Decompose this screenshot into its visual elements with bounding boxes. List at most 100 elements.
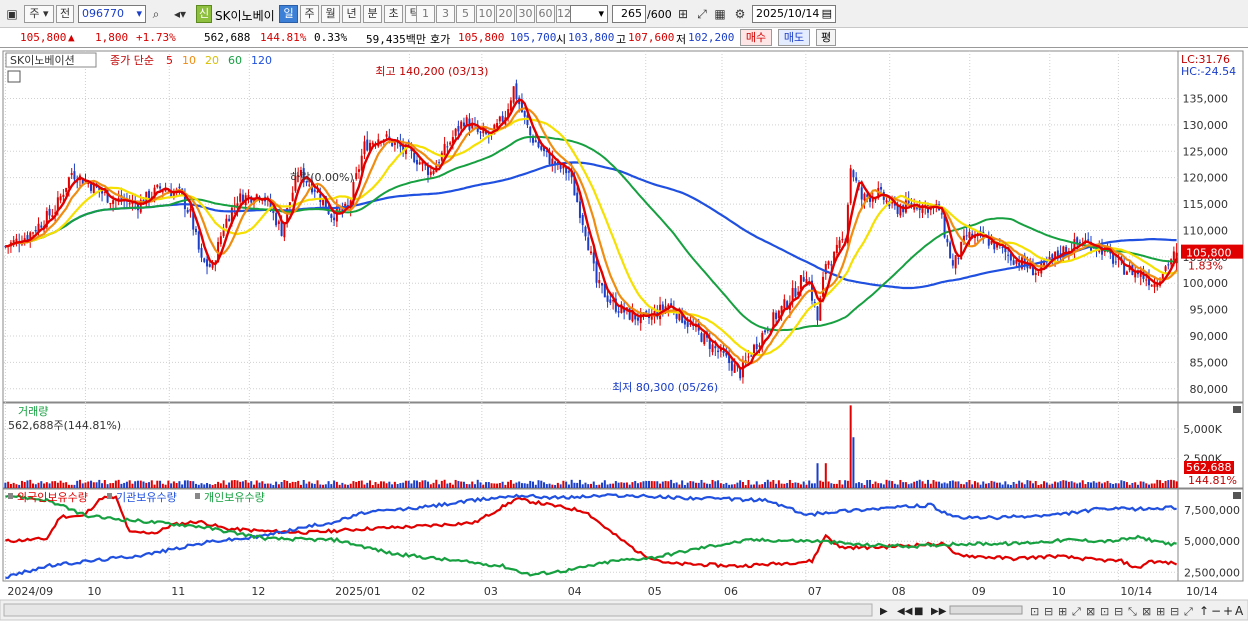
volume-bar [1007,484,1010,488]
period-button-2[interactable]: 월 [321,5,340,23]
volume-bar [81,483,84,488]
candle-body [609,299,612,303]
volume-bar [418,482,421,488]
candle-body [1125,271,1128,275]
volume-bar [938,481,941,488]
volume-bar [584,482,587,488]
code-input[interactable]: 096770 ▾ [78,5,146,23]
volume-bar [178,481,181,488]
window-icon[interactable]: ▣ [4,6,20,22]
interval-button-30[interactable]: 30 [516,5,535,23]
volume-bar [1161,483,1164,488]
period-button-4[interactable]: 분 [363,5,382,23]
date-input[interactable]: 2025/10/14 ▤ [752,5,836,23]
volume-bar [573,482,576,488]
playback-control-2[interactable]: ■ [914,606,923,617]
volume-bar [399,483,402,488]
view-tool-icon-1[interactable]: ⊟ [1044,605,1053,618]
volume-bar [159,480,162,488]
candle-body [366,139,369,151]
volume-bar [333,480,336,488]
zoom-slider[interactable] [949,605,1023,615]
playback-control-1[interactable]: ◀◀ [897,606,913,617]
period-button-3[interactable]: 년 [342,5,361,23]
volume-bar [913,481,916,488]
view-tool-icon-6[interactable]: ⊟ [1114,605,1123,618]
view-tool-icon-7[interactable]: ⤡ [1128,605,1137,618]
interval-button-5[interactable]: 5 [456,5,475,23]
candle-body [239,193,242,202]
speaker-icon[interactable]: ◂▾ [166,6,194,22]
font-size-control-2[interactable]: + [1223,604,1233,618]
volume-bar [609,483,612,488]
view-tool-icon-9[interactable]: ⊞ [1156,605,1165,618]
volume-bar [562,480,565,488]
volume-bar [84,482,87,488]
volume-bar [396,484,399,488]
volume-bar [56,482,59,488]
volume-bar [1095,482,1098,488]
playback-control-3[interactable]: ▶▶ [931,606,947,617]
candle-body [457,126,460,132]
view-tool-icon-8[interactable]: ⊠ [1142,605,1151,618]
layout-icon[interactable]: ▦ [712,6,728,22]
volume-bar [960,483,963,488]
candle-body [601,282,604,286]
playback-control-0[interactable]: ▶ [880,606,888,617]
volume-bar [717,480,720,488]
volume-bar [192,481,195,488]
volume-bar [1123,481,1126,488]
stock-chart[interactable]: 135,000 130,000 125,000 120,000 115,000 110,0… [0,49,1248,621]
eval-button[interactable]: 평 [816,29,836,46]
expand-icon[interactable]: ⊞ [675,6,691,22]
period-button-0[interactable]: 일 [279,5,298,23]
font-size-control-1[interactable]: − [1211,604,1221,618]
x-tick-label: 2025/01 [335,585,381,598]
sell-button[interactable]: 매도 [778,29,810,46]
market-select[interactable]: 주 ▾ [24,5,54,23]
volume-value-label: 562,688 [1186,461,1232,474]
volume-bar [465,484,468,488]
volume-bar [606,484,609,488]
volume-bar [904,482,907,488]
prev-button[interactable]: 전 [56,5,74,23]
view-tool-icon-3[interactable]: ⤢ [1072,605,1081,618]
interval-button-1[interactable]: 1 [416,5,435,23]
interval-button-3[interactable]: 3 [436,5,455,23]
volume-bar [631,482,634,488]
candle-body [590,251,592,254]
font-size-control-0[interactable]: ↑ [1199,604,1209,618]
volume-bar [739,480,742,488]
legend-ma-60: 60 [228,54,242,67]
period-button-1[interactable]: 주 [300,5,319,23]
volume-bar [43,483,46,488]
interval-button-10[interactable]: 10 [476,5,495,23]
interval-button-20[interactable]: 20 [496,5,515,23]
interval-button-60[interactable]: 60 [536,5,555,23]
view-tool-icon-10[interactable]: ⊟ [1170,605,1179,618]
period-button-5[interactable]: 초 [384,5,403,23]
volume-bar [203,484,206,488]
volume-bar [761,484,764,488]
chevron-down-icon[interactable]: ▾ [136,6,142,22]
volume-bar [711,479,714,488]
view-tool-icon-11[interactable]: ⤢ [1184,605,1193,618]
gear-icon[interactable]: ⚙ [732,6,748,22]
volume-bar [708,483,711,488]
view-tool-icon-0[interactable]: ⊡ [1030,605,1039,618]
volume-bar [623,482,626,488]
volume-bar [225,484,228,488]
candle-body [755,344,758,350]
calendar-icon[interactable]: ▤ [822,6,832,22]
interval-dropdown[interactable]: ▾ [570,5,608,23]
tool-icon[interactable]: ⤢ [694,6,710,22]
hold-tick-label: 7,500,000 [1184,504,1240,517]
font-size-control-3[interactable]: A [1235,604,1244,618]
view-tool-icon-4[interactable]: ⊠ [1086,605,1095,618]
count-input[interactable]: 265 [612,5,646,23]
view-tool-icon-2[interactable]: ⊞ [1058,605,1067,618]
search-icon[interactable]: ⌕ [148,6,164,22]
view-tool-icon-5[interactable]: ⊡ [1100,605,1109,618]
buy-button[interactable]: 매수 [740,29,772,46]
candle-body [584,226,587,237]
